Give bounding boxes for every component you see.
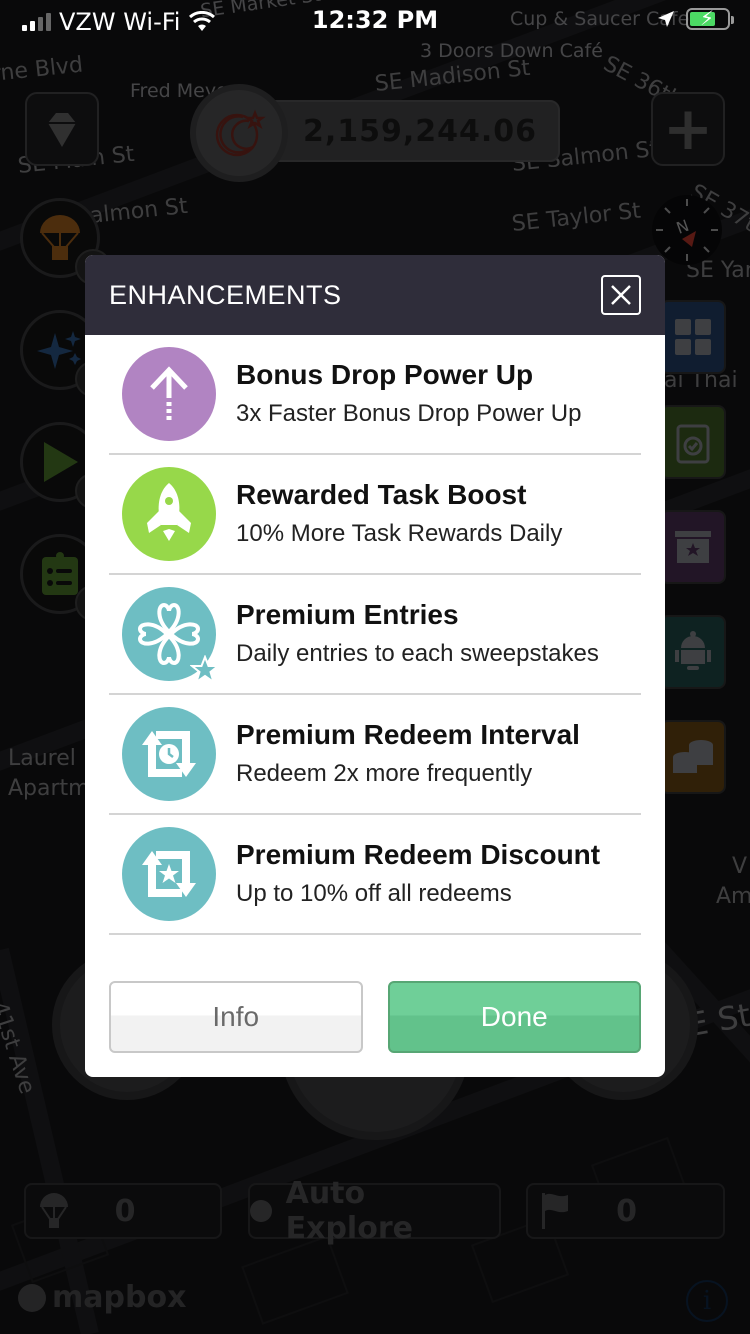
enhancement-subtitle: 3x Faster Bonus Drop Power Up (236, 400, 582, 427)
clover-icon (122, 587, 220, 685)
rocket-icon (122, 467, 216, 561)
redeem-star-icon (122, 827, 216, 921)
enhancement-subtitle: 10% More Task Rewards Daily (236, 520, 563, 547)
enhancement-item[interactable]: Rewarded Task Boost 10% More Task Reward… (109, 455, 641, 575)
star-badge-icon (190, 655, 220, 685)
enhancement-subtitle: Redeem 2x more frequently (236, 760, 533, 787)
close-button[interactable] (601, 275, 641, 315)
enhancement-title: Premium Redeem Discount (236, 839, 601, 870)
status-bar: VZW Wi-Fi 12:32 PM ⚡ (0, 0, 750, 40)
arrow-up-icon (122, 347, 216, 441)
modal-header: ENHANCEMENTS (85, 255, 665, 335)
enhancement-title: Premium Redeem Interval (236, 719, 580, 750)
modal-title: ENHANCEMENTS (109, 279, 342, 310)
enhancement-item[interactable]: Bonus Drop Power Up 3x Faster Bonus Drop… (109, 335, 641, 455)
enhancement-item[interactable]: Premium Entries Daily entries to each sw… (109, 575, 641, 695)
enhancement-title: Rewarded Task Boost (236, 479, 527, 510)
clock: 12:32 PM (311, 6, 439, 34)
enhancement-title: Premium Entries (236, 599, 459, 630)
redeem-clock-icon (122, 707, 216, 801)
location-arrow-icon (658, 11, 674, 27)
enhancement-title: Bonus Drop Power Up (236, 359, 534, 390)
close-icon (611, 285, 631, 305)
enhancement-item[interactable]: Premium Redeem Interval Redeem 2x more f… (109, 695, 641, 815)
enhancement-item[interactable]: Premium Redeem Discount Up to 10% off al… (109, 815, 641, 935)
battery-icon: ⚡ (686, 6, 734, 30)
info-button[interactable]: Info (109, 981, 363, 1053)
enhancements-modal: ENHANCEMENTS Bonus Drop Power Up 3x Fast… (85, 255, 665, 1077)
enhancement-list: Bonus Drop Power Up 3x Faster Bonus Drop… (85, 335, 665, 935)
enhancement-subtitle: Up to 10% off all redeems (236, 880, 512, 907)
modal-actions: Info Done (109, 981, 641, 1053)
done-button[interactable]: Done (387, 981, 641, 1053)
enhancement-subtitle: Daily entries to each sweepstakes (236, 640, 599, 667)
